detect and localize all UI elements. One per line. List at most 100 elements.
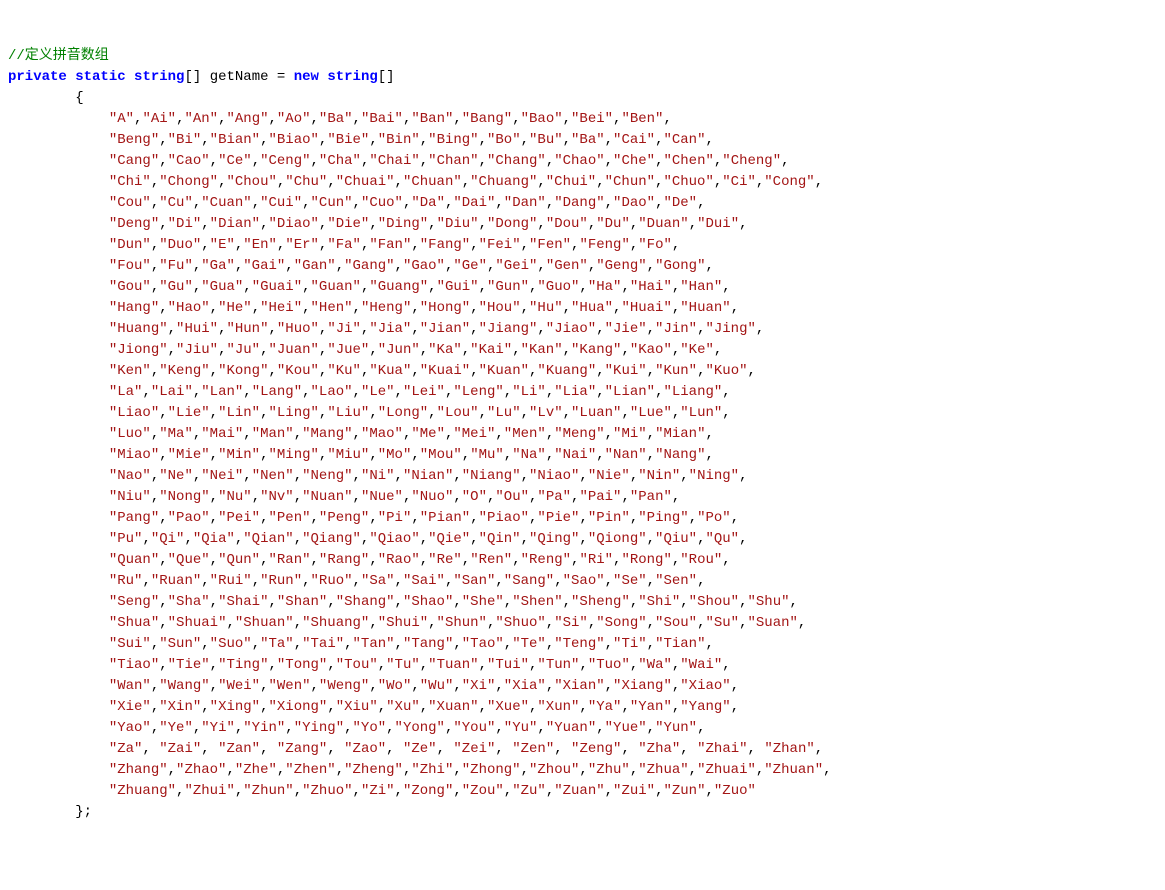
string-literal: "Da" <box>411 195 445 211</box>
comma: , <box>369 510 377 526</box>
comma: , <box>823 762 831 778</box>
comma: , <box>269 363 277 379</box>
string-literal: "Kao" <box>630 342 672 358</box>
string-literal: "Pie" <box>537 510 579 526</box>
string-literal: "Xie" <box>109 699 151 715</box>
comma: , <box>151 636 159 652</box>
comma: , <box>495 426 503 442</box>
string-literal: "Me" <box>411 426 445 442</box>
string-literal: "Sun" <box>159 636 201 652</box>
string-literal: "Zu" <box>512 783 546 799</box>
comma: , <box>605 636 613 652</box>
string-literal: "Wu" <box>420 678 454 694</box>
string-literal: "Zou" <box>462 783 504 799</box>
string-literal: "An" <box>184 111 218 127</box>
string-literal: "Wang" <box>159 678 209 694</box>
comma: , <box>647 447 655 463</box>
string-literal: "Zhou" <box>529 762 579 778</box>
string-literal: "Cha" <box>319 153 361 169</box>
string-literal: "Ka" <box>428 342 462 358</box>
string-literal: "Gao" <box>403 258 445 274</box>
string-literal: "Min" <box>218 447 260 463</box>
string-literal: "Mei" <box>453 426 495 442</box>
string-literal: "Meng" <box>554 426 604 442</box>
string-literal: "Gua" <box>201 279 243 295</box>
string-literal: "Ping" <box>638 510 688 526</box>
comma: , <box>579 657 587 673</box>
string-literal: "Dun" <box>109 237 151 253</box>
string-literal: "Beng" <box>109 132 159 148</box>
comma: , <box>479 216 487 232</box>
string-literal: "Kuang" <box>537 363 596 379</box>
comma: , <box>647 531 655 547</box>
comma: , <box>193 279 201 295</box>
comma: , <box>420 342 428 358</box>
string-literal: "Shou" <box>689 594 739 610</box>
comma: , <box>798 615 806 631</box>
string-literal: "Ta" <box>260 636 294 652</box>
comma: , <box>168 342 176 358</box>
string-literal: "Lang" <box>252 384 302 400</box>
comma: , <box>201 699 209 715</box>
comma: , <box>495 720 503 736</box>
comma: , <box>159 405 167 421</box>
string-literal: "Yuan" <box>546 720 596 736</box>
string-literal: "Miu" <box>327 447 369 463</box>
comma: , <box>159 153 167 169</box>
comma: , <box>151 678 159 694</box>
string-literal: "Gai" <box>243 258 285 274</box>
string-literal: "Yin" <box>243 720 285 736</box>
comma: , <box>210 510 218 526</box>
comma: , <box>470 363 478 379</box>
string-literal: "Yang" <box>680 699 730 715</box>
comma: , <box>605 573 613 589</box>
string-literal: "Shan" <box>277 594 327 610</box>
string-literal: "Sen" <box>655 573 697 589</box>
comma: , <box>269 594 277 610</box>
string-literal: "Quan" <box>109 552 159 568</box>
comma: , <box>369 405 377 421</box>
comma: , <box>252 153 260 169</box>
string-literal: "Xiang" <box>613 678 672 694</box>
string-literal: "Mi" <box>613 426 647 442</box>
string-literal: "Yo" <box>353 720 387 736</box>
string-literal: "Na" <box>512 447 546 463</box>
string-literal: "Bo" <box>487 132 521 148</box>
string-literal: "Jiu" <box>176 342 218 358</box>
comma: , <box>201 237 209 253</box>
string-literal: "Niao" <box>529 468 579 484</box>
comma: , <box>546 195 554 211</box>
comma: , <box>168 321 176 337</box>
string-literal: "Pi" <box>378 510 412 526</box>
string-literal: "Lai" <box>151 384 193 400</box>
comma: , <box>159 657 167 673</box>
string-literal: "Zha" <box>638 741 680 757</box>
type-string: string <box>134 69 184 85</box>
comma: , <box>647 720 655 736</box>
comma: , <box>722 384 730 400</box>
comma: , <box>294 615 302 631</box>
string-literal: "Bu" <box>529 132 563 148</box>
string-literal: "Yao" <box>109 720 151 736</box>
string-literal: "Cu" <box>159 195 193 211</box>
comma: , <box>521 300 529 316</box>
comma: , <box>201 741 209 757</box>
comma: , <box>369 216 377 232</box>
comma: , <box>705 426 713 442</box>
string-literal: "Chan" <box>428 153 478 169</box>
comma: , <box>563 132 571 148</box>
string-literal: "Juan" <box>268 342 318 358</box>
string-literal: "Tian" <box>655 636 705 652</box>
comma: , <box>260 510 268 526</box>
comma: , <box>815 741 823 757</box>
string-literal: "Chuo" <box>663 174 713 190</box>
comma: , <box>395 573 403 589</box>
comma: , <box>722 552 730 568</box>
comma: , <box>554 741 562 757</box>
string-literal: "Kang" <box>571 342 621 358</box>
code-block: //定义拼音数组 private static string[] getName… <box>8 46 1157 823</box>
string-literal: "Tu" <box>386 657 420 673</box>
string-literal: "Dao" <box>613 195 655 211</box>
string-literal: "Lei" <box>403 384 445 400</box>
string-literal: "Ben" <box>621 111 663 127</box>
